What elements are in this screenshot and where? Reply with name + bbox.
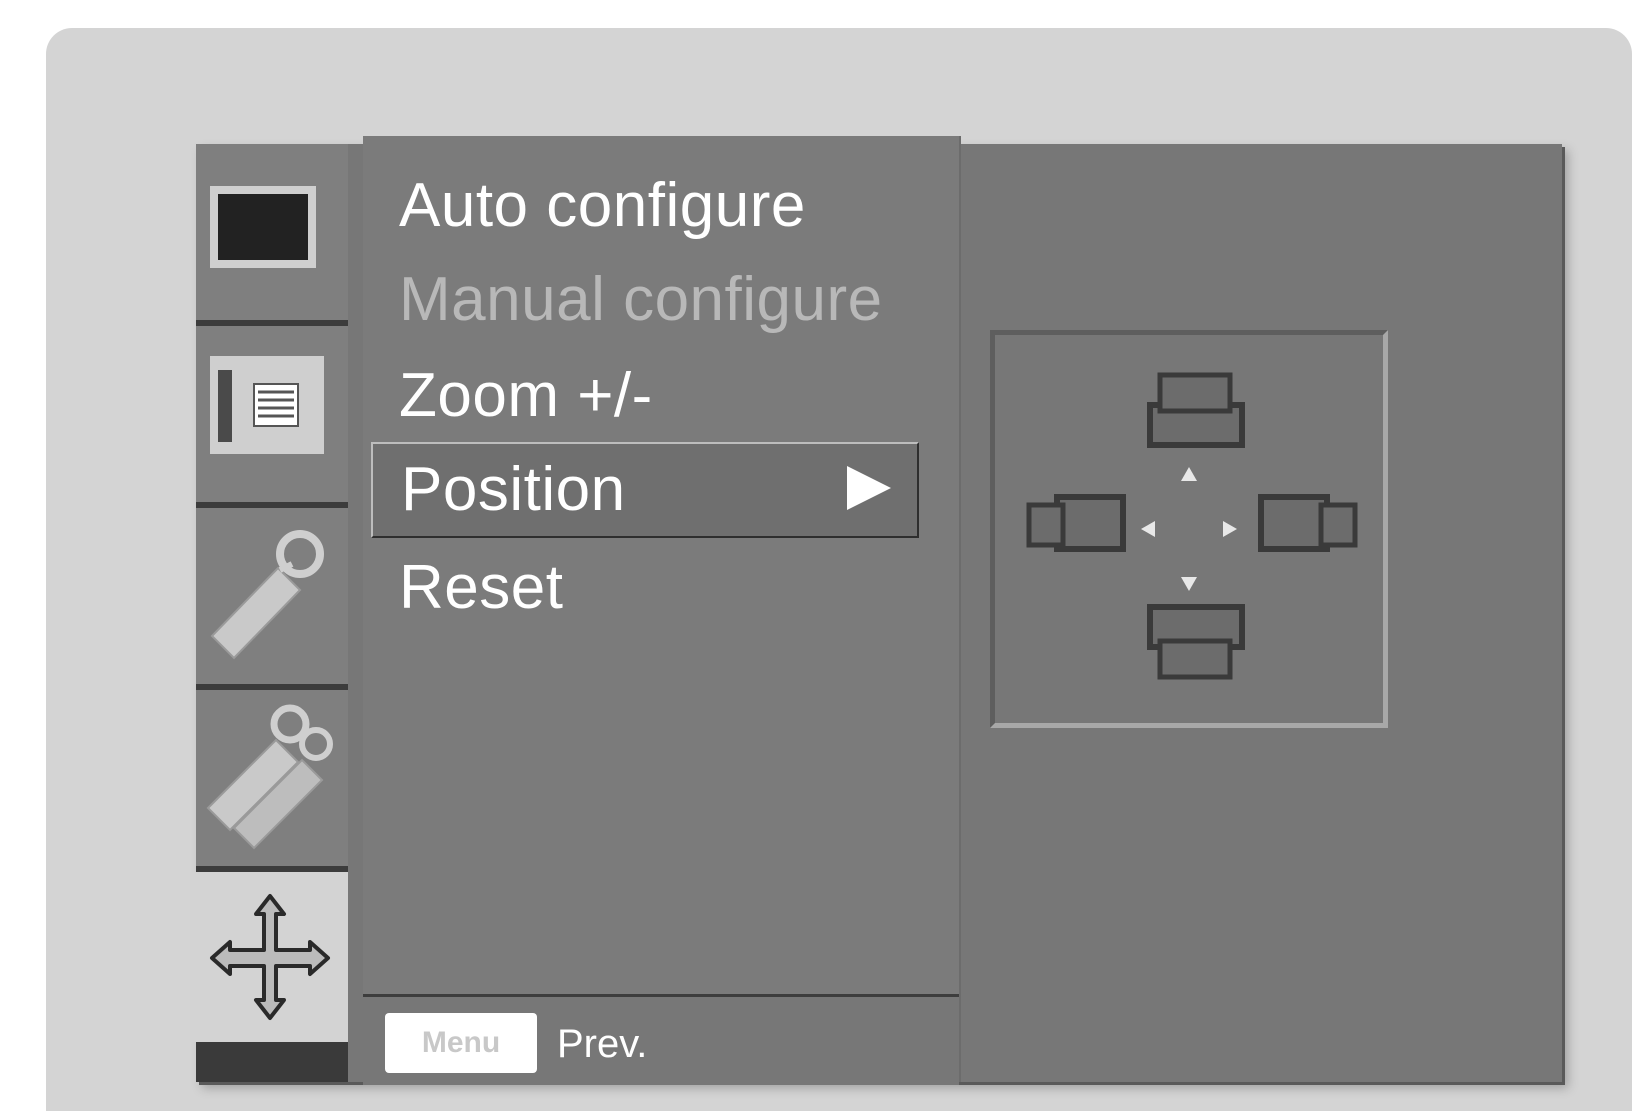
move-left-screen-icon: [1026, 494, 1126, 552]
osd-window: Auto configure Manual configure Zoom +/-…: [190, 136, 1564, 1085]
position-arrows-icon: [210, 894, 330, 1020]
sidebar-tab-screen[interactable]: [196, 326, 348, 508]
tools-icon: [206, 704, 333, 850]
sidebar-tab-tools[interactable]: [196, 690, 348, 872]
move-right-screen-icon: [1258, 494, 1358, 552]
sidebar-tab-tool[interactable]: [196, 508, 348, 690]
position-diagram: [990, 330, 1388, 728]
screen-settings-icon: [210, 356, 324, 454]
prev-label: Prev.: [557, 1022, 648, 1066]
move-down-screen-icon: [1147, 604, 1245, 680]
menu-item-manual-configure[interactable]: Manual configure: [399, 264, 883, 336]
direction-arrows: [1141, 467, 1237, 591]
settings-menu: Auto configure Manual configure Zoom +/-…: [363, 136, 959, 1085]
osd-frame: Auto configure Manual configure Zoom +/-…: [46, 28, 1632, 1111]
sidebar-tab-picture[interactable]: [196, 144, 348, 326]
position-directions-icon: [1026, 372, 1358, 680]
move-up-screen-icon: [1147, 372, 1245, 448]
submenu-arrow-icon: [847, 466, 891, 510]
picture-icon: [210, 186, 316, 268]
menu-item-position[interactable]: Position: [371, 442, 919, 538]
menu-item-auto-configure[interactable]: Auto configure: [399, 170, 806, 242]
menu-item-reset[interactable]: Reset: [399, 552, 563, 624]
sidebar-tab-position[interactable]: [190, 872, 348, 1042]
menu-key-button[interactable]: Menu: [385, 1013, 537, 1073]
sidebar: [190, 144, 348, 1082]
menu-item-zoom[interactable]: Zoom +/-: [399, 360, 653, 432]
menu-footer: Menu Prev.: [363, 994, 959, 1085]
menu-item-position-label: Position: [401, 455, 626, 524]
tool-icon: [210, 530, 324, 660]
